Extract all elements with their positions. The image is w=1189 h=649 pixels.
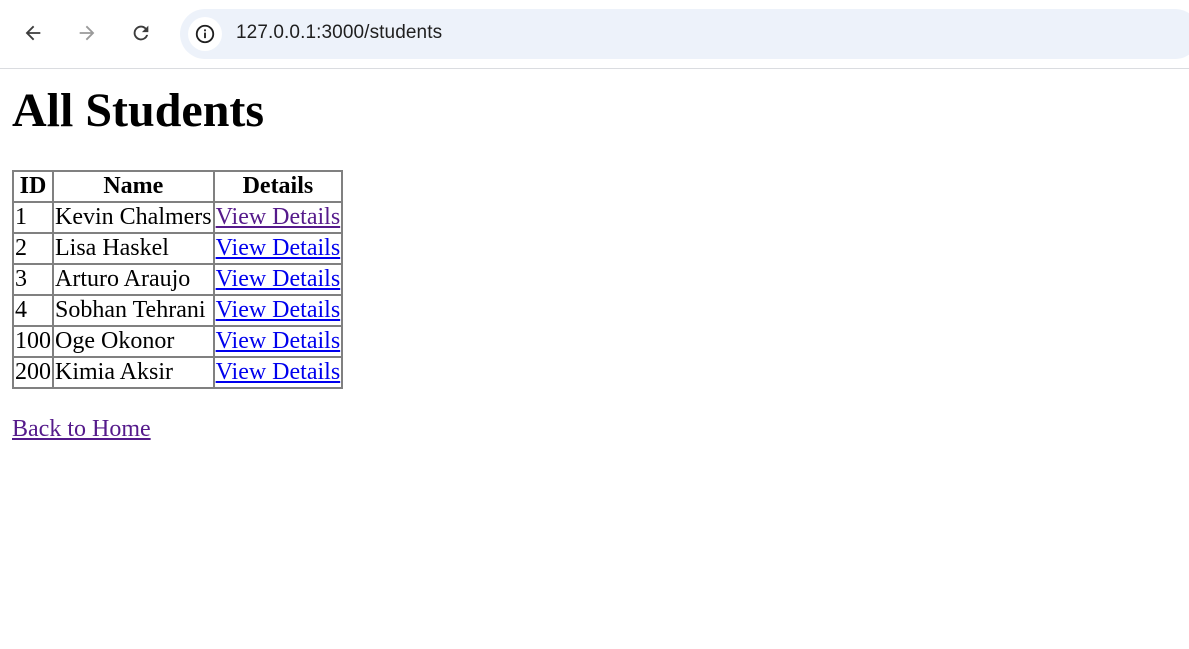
student-id: 200 [13, 357, 53, 388]
page-content: All Students ID Name Details 1 Kevin Cha… [0, 83, 1189, 443]
student-name: Oge Okonor [53, 326, 214, 357]
forward-button[interactable] [69, 15, 105, 51]
info-icon [195, 24, 215, 44]
address-bar[interactable]: 127.0.0.1:3000/students [180, 9, 1189, 59]
details-cell: View Details [213, 357, 343, 388]
student-name: Arturo Araujo [53, 264, 214, 295]
student-id: 2 [13, 233, 53, 264]
table-row: 2 Lisa Haskel View Details [13, 233, 343, 264]
student-name: Kimia Aksir [53, 357, 214, 388]
view-details-link[interactable]: View Details [216, 266, 341, 292]
table-row: 200 Kimia Aksir View Details [13, 357, 343, 388]
reload-button[interactable] [123, 15, 159, 51]
site-info-button[interactable] [188, 17, 222, 51]
student-id: 100 [13, 326, 53, 357]
student-name: Sobhan Tehrani [53, 295, 214, 326]
table-header-row: ID Name Details [13, 171, 343, 202]
reload-icon [133, 25, 149, 41]
url-text[interactable]: 127.0.0.1:3000/students [236, 22, 442, 44]
student-id: 1 [13, 202, 53, 233]
view-details-link[interactable]: View Details [216, 204, 341, 230]
student-name: Kevin Chalmers [53, 202, 214, 233]
view-details-link[interactable]: View Details [216, 328, 341, 354]
view-details-link[interactable]: View Details [216, 297, 341, 323]
browser-toolbar: 127.0.0.1:3000/students [0, 0, 1189, 69]
student-name: Lisa Haskel [53, 233, 214, 264]
view-details-link[interactable]: View Details [216, 359, 341, 385]
details-cell: View Details [213, 233, 343, 264]
table-row: 3 Arturo Araujo View Details [13, 264, 343, 295]
arrow-left-icon [25, 25, 41, 41]
students-table: ID Name Details 1 Kevin Chalmers View De… [12, 170, 344, 389]
view-details-link[interactable]: View Details [216, 235, 341, 261]
column-header-details: Details [213, 171, 343, 202]
arrow-right-icon [79, 25, 95, 41]
student-id: 3 [13, 264, 53, 295]
page-title: All Students [12, 84, 265, 137]
details-cell: View Details [213, 264, 343, 295]
table-row: 1 Kevin Chalmers View Details [13, 202, 343, 233]
details-cell: View Details [213, 326, 343, 357]
table-row: 4 Sobhan Tehrani View Details [13, 295, 343, 326]
details-cell: View Details [213, 202, 343, 233]
table-row: 100 Oge Okonor View Details [13, 326, 343, 357]
home-link-container: Back to Home [12, 415, 1177, 443]
column-header-id: ID [13, 171, 53, 202]
column-header-name: Name [53, 171, 214, 202]
back-button[interactable] [15, 15, 51, 51]
details-cell: View Details [213, 295, 343, 326]
student-id: 4 [13, 295, 53, 326]
back-to-home-link[interactable]: Back to Home [12, 416, 151, 442]
